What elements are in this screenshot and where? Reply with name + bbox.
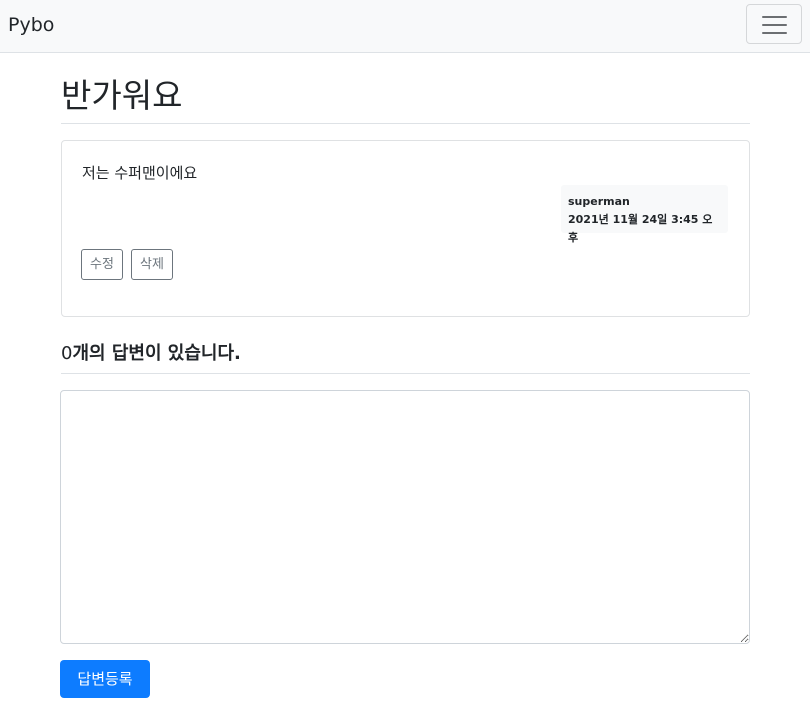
answer-count-text: 개의 답변이 있습니다. <box>72 343 241 364</box>
answer-submit-button[interactable]: 답변등록 <box>60 660 150 698</box>
navbar-toggler-button[interactable] <box>746 4 802 44</box>
navbar: Pybo <box>0 0 810 53</box>
question-card: 저는 수퍼맨이에요 superman 2021년 11월 24일 3:45 오후… <box>61 140 750 317</box>
question-content: 저는 수퍼맨이에요 <box>82 164 198 182</box>
delete-button[interactable]: 삭제 <box>131 249 173 280</box>
answer-content-textarea[interactable] <box>60 390 750 644</box>
question-title: 반가워요 <box>61 76 183 115</box>
answer-count-number: 0 <box>61 343 73 364</box>
author-badge: superman 2021년 11월 24일 3:45 오후 <box>561 185 728 244</box>
create-date: 2021년 11월 24일 3:45 오후 <box>568 213 713 244</box>
author-name: superman <box>568 195 630 208</box>
answer-count-heading: 0개의 답변이 있습니다. <box>61 342 241 366</box>
answer-count-divider <box>61 373 750 374</box>
modify-button[interactable]: 수정 <box>81 249 123 280</box>
navbar-brand[interactable]: Pybo <box>8 13 54 37</box>
title-divider <box>61 123 750 124</box>
